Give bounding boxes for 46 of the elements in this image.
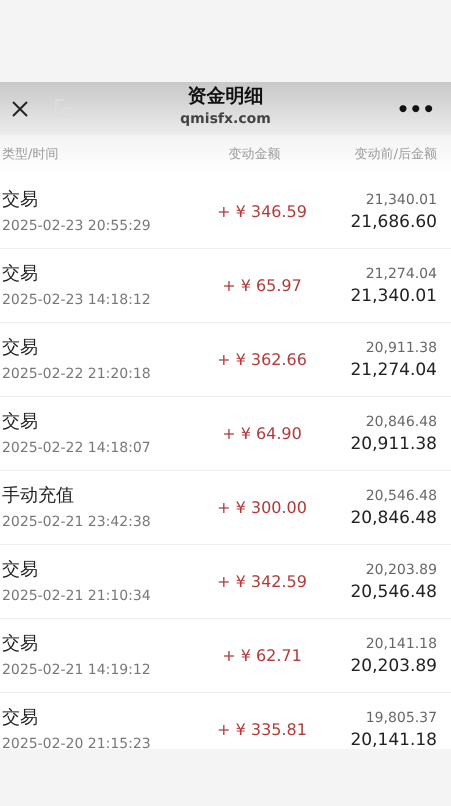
page-title: 资金明细 <box>188 84 264 109</box>
balance-before: 20,846.48 <box>366 412 437 432</box>
transaction-type: 交易 <box>2 706 38 730</box>
transaction-type: 交易 <box>2 262 38 286</box>
balance-after: 20,546.48 <box>350 580 437 604</box>
balance-before: 20,911.38 <box>366 338 437 358</box>
transaction-type: 交易 <box>2 558 38 582</box>
amount-change: + ¥ 346.59 <box>217 200 307 222</box>
balance-after: 21,340.01 <box>350 284 437 308</box>
amount-change: + ¥ 362.66 <box>217 348 307 370</box>
transaction-type: 交易 <box>2 188 38 212</box>
more-button[interactable]: ••• <box>396 98 435 118</box>
balance-after: 20,141.18 <box>350 728 437 749</box>
transaction-time: 2025-02-22 14:18:07 <box>2 438 151 458</box>
amount-change: + ¥ 300.00 <box>217 496 307 518</box>
site-address: qmisfx.com <box>180 110 271 129</box>
balance-after: 21,274.04 <box>350 358 437 382</box>
balance-after: 21,686.60 <box>350 210 437 234</box>
transaction-time: 2025-02-20 21:15:23 <box>2 734 151 749</box>
transaction-type: 交易 <box>2 410 38 434</box>
balance-before: 20,546.48 <box>366 486 437 506</box>
balance-before: 20,203.89 <box>366 560 437 580</box>
column-header: 变动金额 <box>228 147 280 162</box>
amount-change: + ¥ 62.71 <box>222 644 302 666</box>
transaction-type: 交易 <box>2 632 38 656</box>
balance-after: 20,846.48 <box>350 506 437 530</box>
amount-change: + ¥ 342.59 <box>217 570 307 592</box>
transaction-time: 2025-02-21 23:42:38 <box>2 512 151 532</box>
balance-after: 20,203.89 <box>350 654 437 678</box>
transaction-time: 2025-02-21 14:19:12 <box>2 660 151 680</box>
transaction-type: 交易 <box>2 336 38 360</box>
amount-change: + ¥ 335.81 <box>217 718 307 740</box>
transaction-type: 手动充值 <box>2 484 74 508</box>
transaction-time: 2025-02-22 21:20:18 <box>2 364 151 384</box>
balance-after: 20,911.38 <box>350 432 437 456</box>
transaction-time: 2025-02-21 21:10:34 <box>2 586 151 606</box>
column-header: 类型/时间 <box>2 147 58 162</box>
balance-before: 21,274.04 <box>366 264 437 284</box>
amount-change: + ¥ 64.90 <box>222 422 302 444</box>
column-header: 变动前/后金额 <box>354 147 437 162</box>
balance-before: 21,340.01 <box>366 190 437 210</box>
amount-change: + ¥ 65.97 <box>222 274 302 296</box>
balance-before: 19,805.37 <box>366 708 437 728</box>
balance-before: 20,141.18 <box>366 634 437 654</box>
transaction-time: 2025-02-23 20:55:29 <box>2 216 151 236</box>
transaction-time: 2025-02-23 14:18:12 <box>2 290 151 310</box>
